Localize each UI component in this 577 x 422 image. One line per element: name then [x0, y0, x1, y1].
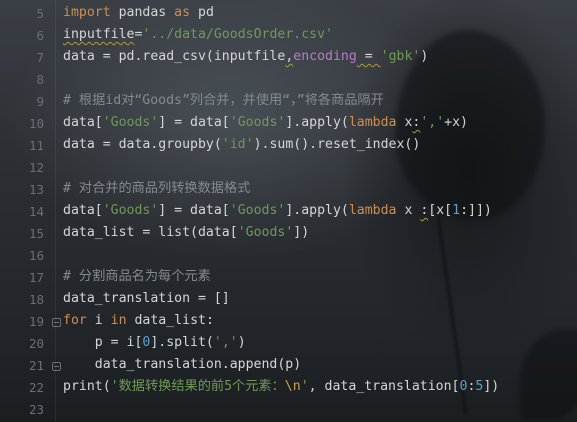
line-number: 15 — [28, 226, 44, 241]
line-number: 23 — [28, 402, 44, 417]
code-token: data_list = — [63, 225, 159, 240]
code-token: ( — [102, 379, 111, 394]
line-number: 18 — [28, 292, 44, 307]
code-token: x — [396, 203, 421, 218]
code-token: data_translation = [] — [63, 291, 230, 306]
line-number: 6 — [36, 28, 44, 43]
code-token: ].apply( — [285, 115, 349, 130]
code-token: ].apply( — [285, 203, 349, 218]
code-token: data_list: — [126, 313, 214, 328]
code-token: +x) — [444, 115, 468, 130]
code-token: x — [396, 115, 413, 130]
code-token: 1 — [452, 203, 461, 218]
code-token: pd — [190, 5, 214, 20]
code-token: 'Goods' — [102, 203, 159, 218]
code-token: 'Goods' — [229, 115, 286, 130]
code-token: in — [110, 313, 127, 328]
code-token: '数据转换结果的前5个元素： — [110, 379, 285, 394]
code-token: [x[ — [428, 203, 453, 218]
code-token: 'id' — [221, 137, 254, 152]
line-number: 8 — [36, 72, 44, 87]
line-number: 22 — [28, 380, 44, 395]
code-line[interactable]: print('数据转换结果的前5个元素：\n', data_translatio… — [63, 376, 499, 398]
code-token: ' — [300, 379, 309, 394]
code-token: i — [86, 313, 111, 328]
code-token: \n — [284, 379, 301, 394]
code-token: 'gbk' — [380, 49, 421, 64]
code-token: p = i[ — [63, 335, 143, 350]
code-token: 'Goods' — [237, 225, 294, 240]
code-token: ) — [420, 49, 429, 64]
code-token: ) — [237, 335, 246, 350]
line-number: 5 — [36, 6, 44, 21]
line-number: 21 — [28, 358, 44, 373]
code-token: , data_translation[ — [308, 379, 460, 394]
line-number: 12 — [28, 160, 44, 175]
code-token: list — [158, 225, 191, 240]
code-token: lambda — [348, 203, 397, 218]
line-number: 9 — [36, 94, 44, 109]
code-token: '../data/GoodsOrder.csv' — [142, 27, 333, 42]
code-token: ] = data[ — [158, 115, 230, 130]
line-number: 14 — [28, 204, 44, 219]
code-token: encoding — [293, 49, 357, 64]
code-line[interactable]: # 根据id对“Goods”列合并，并使用“，”将各商品隔开 — [63, 90, 384, 112]
line-number: 20 — [28, 336, 44, 351]
code-line[interactable]: data_translation = [] — [63, 288, 230, 310]
code-token: ]) — [483, 379, 500, 394]
line-number: 10 — [28, 116, 44, 131]
code-token: ].split( — [150, 335, 214, 350]
line-number: 11 — [28, 138, 44, 153]
code-token: data_translation.append(p) — [63, 357, 302, 372]
code-token: :]]) — [460, 203, 492, 218]
code-token: for — [63, 313, 87, 328]
line-number-gutter: 5 6 7 8 9 10 11 12 13 14 15 16 17 18 19 20 21 22 23 — [0, 0, 61, 422]
code-token: # 对合并的商品列转换数据格式 — [63, 181, 251, 196]
code-token: data = data.groupby( — [63, 137, 222, 152]
fold-marker-icon[interactable] — [52, 362, 61, 371]
code-token: data[ — [63, 115, 103, 130]
code-line[interactable]: data_list = list(data['Goods']) — [63, 222, 309, 244]
code-token: ] = data[ — [158, 203, 230, 218]
code-line[interactable]: import pandas as pd — [63, 2, 214, 24]
code-line[interactable]: data['Goods'] = data['Goods'].apply(lamb… — [63, 200, 492, 222]
fold-marker-icon[interactable] — [52, 318, 61, 327]
code-token: ]) — [293, 225, 310, 240]
code-token: print — [63, 379, 103, 394]
line-number: 7 — [36, 50, 44, 65]
line-number: 13 — [28, 182, 44, 197]
line-number: 17 — [28, 270, 44, 285]
code-token: as — [174, 5, 191, 20]
code-token: inputfile — [63, 27, 135, 42]
code-token: import — [63, 5, 111, 20]
code-token: 'Goods' — [229, 203, 286, 218]
code-token: ',' — [420, 115, 445, 130]
code-token: ).sum().reset_index() — [253, 137, 421, 152]
code-line[interactable]: data_translation.append(p) — [63, 354, 301, 376]
code-token: (data[ — [190, 225, 238, 240]
code-token: 'Goods' — [102, 115, 159, 130]
gutter-divider — [55, 0, 56, 422]
code-line[interactable]: data = pd.read_csv(inputfile,encoding = … — [63, 46, 428, 68]
code-token: lambda — [348, 115, 397, 130]
code-token: pandas — [110, 5, 175, 20]
background-leaf-image — [520, 330, 577, 420]
code-line[interactable]: data = data.groupby('id').sum().reset_in… — [63, 134, 420, 156]
code-line[interactable]: inputfile='../data/GoodsOrder.csv' — [63, 24, 333, 46]
code-line[interactable]: for i in data_list: — [63, 310, 214, 332]
code-token: data = pd.read_csv(inputfile — [63, 49, 286, 64]
code-line[interactable]: # 分割商品名为每个元素 — [63, 266, 211, 288]
code-token: = — [356, 49, 381, 64]
code-token: data[ — [63, 203, 103, 218]
code-line[interactable]: # 对合并的商品列转换数据格式 — [63, 178, 250, 200]
code-line[interactable]: data['Goods'] = data['Goods'].apply(lamb… — [63, 112, 468, 134]
code-editor[interactable]: 5 6 7 8 9 10 11 12 13 14 15 16 17 18 19 20 21 22 23 import… — [0, 0, 577, 422]
code-token: ',' — [213, 335, 238, 350]
code-token: # 根据id对“Goods”列合并，并使用“，”将各商品隔开 — [63, 93, 384, 108]
code-token: # 分割商品名为每个元素 — [63, 269, 211, 284]
line-number: 19 — [28, 314, 44, 329]
code-line[interactable]: p = i[0].split(',') — [63, 332, 246, 354]
line-number: 16 — [28, 248, 44, 263]
